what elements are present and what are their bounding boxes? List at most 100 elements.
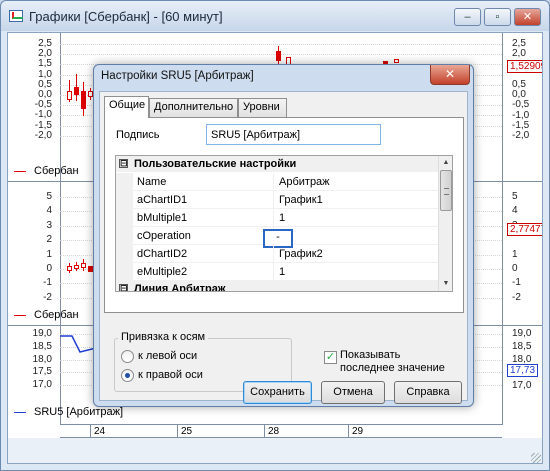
pane2-right-tick: -2 xyxy=(512,292,521,303)
property-value[interactable]: 1 xyxy=(274,263,438,281)
grid-row-coperation[interactable]: cOperation - xyxy=(116,227,438,248)
grid-row-emultiple2[interactable]: eMultiple2 1 xyxy=(116,263,438,281)
pane2-y-tick: 4 xyxy=(46,205,52,217)
left-axis-radio[interactable] xyxy=(121,350,134,363)
pane3-y-tick: 17,0 xyxy=(32,379,52,391)
pane3-legend: SRU5 [Арбитраж] xyxy=(14,406,123,418)
main-window-title: Графики [Сбербанк] - [60 минут] xyxy=(29,9,223,24)
row-gutter xyxy=(116,191,133,209)
category-title: Пользовательские настройки xyxy=(134,158,297,170)
gridline xyxy=(60,54,502,56)
date-label: 24 xyxy=(94,426,106,437)
left-axis-label[interactable]: к левой оси xyxy=(138,350,197,362)
pane1-legend-swatch xyxy=(14,170,26,172)
pane3-legend-swatch xyxy=(14,411,26,413)
dialog-body: Общие Дополнительно Уровни Подпись ⊟ Пол… xyxy=(99,91,468,404)
grid-row-name[interactable]: Name Арбитраж xyxy=(116,173,438,191)
collapse-icon[interactable]: ⊟ xyxy=(119,159,128,168)
tab-levels[interactable]: Уровни xyxy=(238,98,287,117)
pane1-price-label: 1,52909 xyxy=(507,60,542,73)
right-axis-radio[interactable] xyxy=(121,369,134,382)
tab-general[interactable]: Общие xyxy=(104,96,149,118)
property-value[interactable]: График1 xyxy=(274,191,438,209)
main-title-bar[interactable]: Графики [Сбербанк] - [60 минут] – ▫ ✕ xyxy=(1,1,549,31)
caption-label: Подпись xyxy=(116,129,160,141)
property-value[interactable]: Арбитраж xyxy=(274,173,438,191)
scroll-thumb[interactable] xyxy=(440,170,452,211)
candle xyxy=(81,91,86,109)
pane1-right-tick: 2,0 xyxy=(512,48,526,59)
candle xyxy=(74,265,79,269)
pane2-right-tick: -1 xyxy=(512,277,521,288)
show-last-value-checkbox[interactable]: ✓ xyxy=(324,351,337,364)
candle xyxy=(74,87,79,95)
row-gutter xyxy=(116,173,133,191)
property-value[interactable]: 1 xyxy=(274,209,438,227)
property-value[interactable]: График2 xyxy=(274,245,438,263)
grid-category-custom[interactable]: ⊟ Пользовательские настройки xyxy=(116,156,438,172)
grid-row-achartid1[interactable]: aChartID1 График1 xyxy=(116,191,438,209)
pane3-legend-text: SRU5 [Арбитраж] xyxy=(34,406,124,418)
minimize-button[interactable]: – xyxy=(454,8,481,26)
property-name: dChartID2 xyxy=(133,245,274,263)
resize-grip[interactable] xyxy=(531,453,541,463)
property-name: cOperation xyxy=(133,227,274,245)
pane2-y-tick: 2 xyxy=(46,234,52,246)
property-name: eMultiple2 xyxy=(133,263,274,281)
candle xyxy=(276,51,281,61)
pane2-legend: Сбербан xyxy=(14,309,79,321)
candle xyxy=(81,263,86,268)
pane3-price-label: 17,73 xyxy=(507,364,539,377)
close-button[interactable]: ✕ xyxy=(514,8,541,26)
pane3-right-tick: 19,0 xyxy=(512,328,532,339)
row-gutter xyxy=(116,227,133,245)
collapse-icon[interactable]: ⊟ xyxy=(119,284,128,291)
right-axis-label[interactable]: к правой оси xyxy=(138,369,203,381)
property-name: Name xyxy=(133,173,274,191)
pane2-y-tick: -2 xyxy=(43,291,52,303)
candle xyxy=(67,91,72,100)
scroll-up-icon[interactable]: ▲ xyxy=(439,156,452,170)
pane3-y-tick: 18,5 xyxy=(32,340,52,352)
pane2-y-tick: -1 xyxy=(43,277,52,289)
show-last-value-label[interactable]: Показывать последнее значение xyxy=(340,349,450,375)
pane1-right-tick: -2,0 xyxy=(512,130,530,141)
date-label: 25 xyxy=(181,426,193,437)
pane2-right-tick: 0 xyxy=(512,263,518,274)
dialog-close-button[interactable]: ✕ xyxy=(430,65,470,85)
grid-row-dchartid2[interactable]: dChartID2 График2 xyxy=(116,245,438,263)
date-axis: 24 25 28 29 xyxy=(60,424,502,463)
property-grid[interactable]: ⊟ Пользовательские настройки Name Арбитр… xyxy=(115,155,453,292)
property-value-cell[interactable] xyxy=(274,227,438,245)
pane3-right-tick: 18,5 xyxy=(512,341,532,352)
save-button[interactable]: Сохранить xyxy=(243,381,312,404)
pane3-y-tick: 18,0 xyxy=(32,353,52,365)
gridline xyxy=(60,44,502,45)
scroll-down-icon[interactable]: ▼ xyxy=(439,277,452,291)
property-name: bMultiple1 xyxy=(133,209,274,227)
row-gutter xyxy=(116,209,133,227)
pane2-y-tick: 5 xyxy=(46,191,52,202)
status-bar xyxy=(8,438,542,463)
pane1-y-tick: -1,0 xyxy=(34,109,52,121)
pane1-legend: Сбербан xyxy=(14,165,79,177)
pane2-y-tick: 3 xyxy=(46,219,52,231)
grid-category-line[interactable]: ⊟ Линия Арбитраж xyxy=(116,281,438,292)
date-label: 29 xyxy=(352,426,364,437)
axis-binding-legend: Привязка к осям xyxy=(118,331,209,343)
cancel-button[interactable]: Отмена xyxy=(321,381,385,404)
pane1-y-tick: -2,0 xyxy=(34,129,52,141)
grid-row-bmultiple1[interactable]: bMultiple1 1 xyxy=(116,209,438,227)
dialog-title: Настройки SRU5 [Арбитраж] xyxy=(101,70,254,82)
tab-advanced[interactable]: Дополнительно xyxy=(149,98,238,117)
pane2-y-tick: 1 xyxy=(46,248,52,260)
pane2-legend-text: Сбербан xyxy=(34,309,79,321)
help-button[interactable]: Справка xyxy=(394,381,462,404)
settings-dialog: Настройки SRU5 [Арбитраж] ✕ Общие Дополн… xyxy=(93,64,474,407)
pane3-y-tick: 19,0 xyxy=(32,328,52,339)
maximize-button[interactable]: ▫ xyxy=(484,8,511,26)
grid-scrollbar[interactable]: ▲ ▼ xyxy=(438,156,452,291)
category-title: Линия Арбитраж xyxy=(134,283,226,292)
caption-input[interactable] xyxy=(206,124,381,145)
pane2-right-tick: 1 xyxy=(512,249,518,260)
